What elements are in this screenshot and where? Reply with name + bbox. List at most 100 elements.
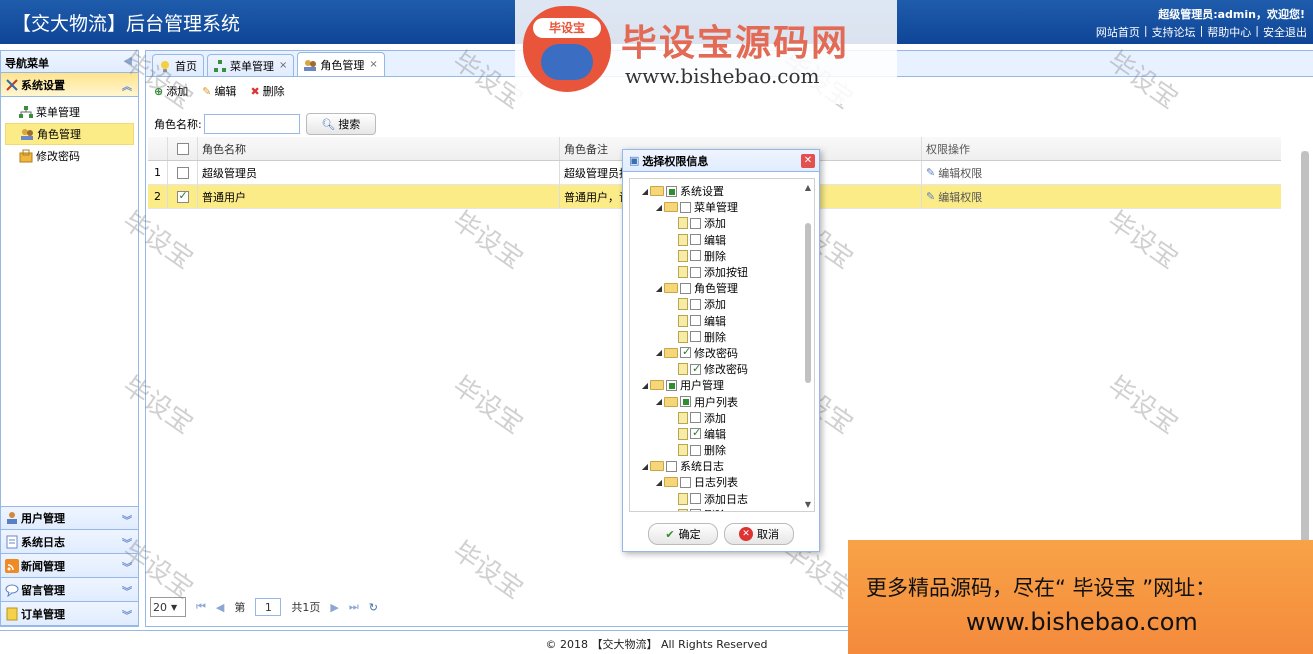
expand-arrow-icon[interactable]: ◢ <box>640 462 650 471</box>
expand-arrow-icon[interactable]: ◢ <box>654 478 664 487</box>
search-button[interactable]: 🔍︎ 搜索 <box>305 113 376 135</box>
tree-checkbox[interactable] <box>680 201 691 213</box>
tab-menu-management[interactable]: 菜单管理 × <box>207 54 295 76</box>
chevron-down-icon[interactable]: ︾ <box>122 559 132 574</box>
tree-checkbox[interactable] <box>690 266 701 278</box>
expand-arrow-icon[interactable]: ◢ <box>654 203 664 212</box>
row-checkbox[interactable] <box>168 185 198 208</box>
tree-node-label: 添加 <box>704 411 726 425</box>
dialog-scrollbar[interactable]: ▲ ▼ <box>804 183 812 509</box>
tree-node[interactable]: ◢ 日志列表 <box>630 474 814 490</box>
tree-node[interactable]: 编辑 <box>630 426 814 442</box>
tree-node[interactable]: 删除 <box>630 442 814 458</box>
prev-page-icon[interactable]: ◀ <box>216 601 224 614</box>
section-user-management[interactable]: 用户管理 ︾ <box>1 506 138 530</box>
tree-checkbox[interactable] <box>690 426 701 440</box>
tree-checkbox[interactable] <box>690 331 701 343</box>
column-header-name[interactable]: 角色名称 <box>198 137 560 160</box>
expand-arrow-icon[interactable]: ◢ <box>654 397 664 406</box>
close-icon[interactable]: × <box>369 59 377 70</box>
tab-home[interactable]: 首页 <box>152 54 204 76</box>
tree-node[interactable]: 添加 <box>630 410 814 426</box>
tree-node[interactable]: 添加日志 <box>630 491 814 507</box>
tree-node[interactable]: 删除 <box>630 329 814 345</box>
tree-checkbox[interactable] <box>680 396 691 408</box>
expand-arrow-icon[interactable]: ◢ <box>654 348 664 357</box>
chevron-down-icon[interactable]: ︾ <box>122 512 132 527</box>
section-news-management[interactable]: 新闻管理 ︾ <box>1 554 138 578</box>
row-checkbox[interactable] <box>168 161 198 184</box>
tree-checkbox[interactable] <box>690 362 701 375</box>
tree-checkbox[interactable] <box>690 234 701 246</box>
tree-checkbox[interactable] <box>690 217 701 229</box>
next-page-icon[interactable]: ▶ <box>330 601 338 614</box>
edit-button[interactable]: ✎ 编辑 <box>202 83 236 99</box>
close-icon[interactable]: × <box>279 60 287 71</box>
page-input[interactable]: 1 <box>255 598 282 616</box>
tree-node[interactable]: ◢ 用户列表 <box>630 393 814 409</box>
chevron-up-icon[interactable]: ︽ <box>122 78 132 93</box>
tree-node[interactable]: ◢ 系统日志 <box>630 458 814 474</box>
expand-arrow-icon[interactable]: ◢ <box>640 187 650 196</box>
link-help[interactable]: 帮助中心 <box>1207 24 1251 40</box>
chevron-down-icon[interactable]: ︾ <box>122 607 132 622</box>
tree-checkbox[interactable] <box>690 315 701 327</box>
edit-permission-link[interactable]: ✎ 编辑权限 <box>922 161 1281 184</box>
collapse-left-icon[interactable]: ◀ <box>124 54 132 67</box>
tree-node[interactable]: ◢ 系统设置 <box>630 183 814 199</box>
tree-checkbox[interactable] <box>690 509 701 511</box>
cancel-button[interactable]: ✕ 取消 <box>724 523 794 545</box>
refresh-icon[interactable]: ↻ <box>369 601 378 614</box>
link-logout[interactable]: 安全退出 <box>1263 24 1307 40</box>
chevron-down-icon[interactable]: ︾ <box>122 583 132 598</box>
tree-node[interactable]: 添加 <box>630 296 814 312</box>
tree-node[interactable]: 编辑 <box>630 313 814 329</box>
section-system-log[interactable]: 系统日志 ︾ <box>1 530 138 554</box>
sidebar-item-role-management[interactable]: 角色管理 <box>5 123 134 145</box>
tree-node[interactable]: ◢ 用户管理 <box>630 377 814 393</box>
page-size-select[interactable]: 20 ▼ <box>150 597 186 617</box>
expand-arrow-icon[interactable]: ◢ <box>654 284 664 293</box>
select-all-checkbox[interactable] <box>168 137 198 160</box>
first-page-icon[interactable]: ⏮ <box>196 600 206 614</box>
section-order-management[interactable]: 订单管理 ︾ <box>1 602 138 626</box>
tree-checkbox[interactable] <box>690 250 701 262</box>
last-page-icon[interactable]: ⏭ <box>349 600 359 614</box>
tree-node[interactable]: 编辑 <box>630 232 814 248</box>
edit-permission-link[interactable]: ✎ 编辑权限 <box>922 185 1281 208</box>
add-button[interactable]: ⊕ 添加 <box>154 83 188 99</box>
tree-checkbox[interactable] <box>666 460 677 472</box>
section-message-management[interactable]: 留言管理 ︾ <box>1 578 138 602</box>
tree-checkbox[interactable] <box>680 476 691 488</box>
sidebar-item-change-password[interactable]: 修改密码 <box>1 145 138 167</box>
tree-node[interactable]: 删除 <box>630 248 814 264</box>
tree-node[interactable]: 添加 <box>630 215 814 231</box>
tree-checkbox[interactable] <box>690 298 701 310</box>
link-forum[interactable]: 支持论坛 <box>1152 24 1196 40</box>
tree-checkbox[interactable] <box>666 379 677 391</box>
tree-node[interactable]: 添加按钮 <box>630 264 814 280</box>
delete-button[interactable]: ✖ 删除 <box>250 83 284 99</box>
confirm-button[interactable]: ✔ 确定 <box>648 523 718 545</box>
tree-checkbox[interactable] <box>680 345 691 359</box>
tree-node[interactable]: ◢ 角色管理 <box>630 280 814 296</box>
chevron-down-icon[interactable]: ︾ <box>122 535 132 550</box>
close-icon[interactable]: ✕ <box>801 154 815 168</box>
role-name-input[interactable] <box>203 114 300 134</box>
tree-node[interactable]: 删除 <box>630 507 814 511</box>
tree-node[interactable]: 修改密码 <box>630 361 814 377</box>
nav-header: 导航菜单 ◀ <box>1 51 138 73</box>
section-system-settings[interactable]: 系统设置 ︽ <box>1 73 138 97</box>
tree-checkbox[interactable] <box>680 282 691 294</box>
tree-node[interactable]: ◢ 修改密码 <box>630 345 814 361</box>
column-header-operation[interactable]: 权限操作 <box>922 137 1281 160</box>
tree-checkbox[interactable] <box>690 493 701 505</box>
tree-checkbox[interactable] <box>690 444 701 456</box>
sidebar-item-menu-management[interactable]: 菜单管理 <box>1 101 138 123</box>
tree-checkbox[interactable] <box>666 185 677 197</box>
tab-role-management[interactable]: 角色管理 × <box>297 52 385 76</box>
link-home[interactable]: 网站首页 <box>1096 24 1140 40</box>
tree-node[interactable]: ◢ 菜单管理 <box>630 199 814 215</box>
tree-checkbox[interactable] <box>690 412 701 424</box>
expand-arrow-icon[interactable]: ◢ <box>640 381 650 390</box>
